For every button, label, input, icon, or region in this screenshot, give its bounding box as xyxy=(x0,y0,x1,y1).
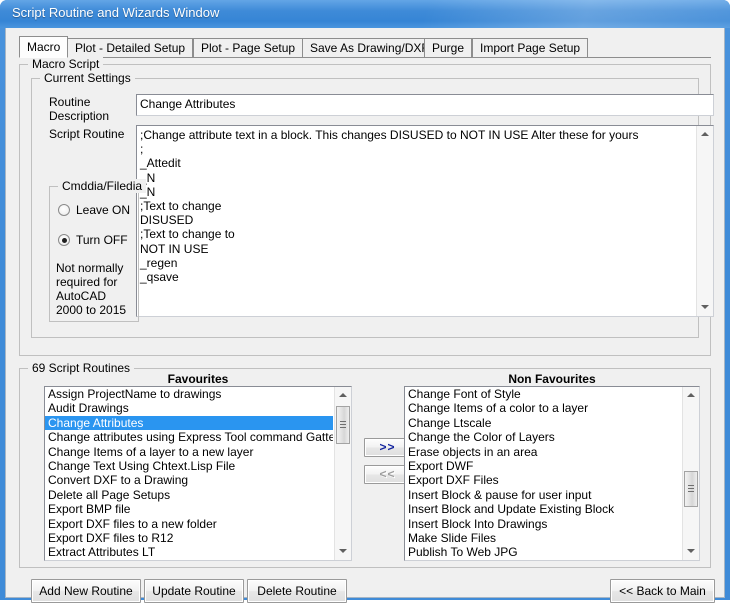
non-favourites-header: Non Favourites xyxy=(508,372,596,386)
list-item[interactable]: Audit Drawings xyxy=(45,401,333,415)
favourites-listbox[interactable]: Assign ProjectName to drawings Audit Dra… xyxy=(44,386,352,561)
list-item[interactable]: Change Font of Style xyxy=(405,387,681,401)
scroll-down-icon[interactable] xyxy=(697,299,713,316)
list-item[interactable]: Change the Color of Layers xyxy=(405,430,681,444)
list-item[interactable]: Change attributes using Express Tool com… xyxy=(45,430,333,444)
update-routine-label: Update Routine xyxy=(152,584,236,598)
list-item[interactable]: Export BMP file xyxy=(45,502,333,516)
tab-macro[interactable]: Macro xyxy=(19,36,69,58)
client-area: Macro Plot - Detailed Setup Plot - Page … xyxy=(5,28,725,603)
scroll-down-icon[interactable] xyxy=(683,543,699,560)
window-title: Script Routine and Wizards Window xyxy=(12,5,220,20)
list-item[interactable]: Publish To Web JPG xyxy=(405,545,681,559)
favourites-header: Favourites xyxy=(167,372,229,386)
update-routine-button[interactable]: Update Routine xyxy=(144,579,244,603)
script-routine-text: ;Change attribute text in a block. This … xyxy=(140,128,639,285)
radio-turn-off-label: Turn OFF xyxy=(76,233,128,247)
favourites-scrollbar[interactable] xyxy=(334,387,351,560)
scroll-up-icon[interactable] xyxy=(683,387,699,404)
cmddia-filedia-legend: Cmddia/Filedia xyxy=(58,179,147,193)
list-item[interactable]: Export DWF xyxy=(405,459,681,473)
routine-description-label-line2: Description xyxy=(49,109,110,123)
title-bar[interactable]: Script Routine and Wizards Window xyxy=(0,0,730,28)
list-item[interactable]: Delete all Page Setups xyxy=(45,488,333,502)
scrollbar-thumb[interactable] xyxy=(336,406,350,444)
delete-routine-button[interactable]: Delete Routine xyxy=(247,579,347,603)
list-item[interactable]: Make Slide Files xyxy=(405,531,681,545)
tab-strip-underline xyxy=(19,57,711,58)
add-new-routine-label: Add New Routine xyxy=(39,584,133,598)
application-window: Script Routine and Wizards Window Macro … xyxy=(0,0,730,603)
script-routine-scrollbar[interactable] xyxy=(696,126,713,316)
scrollbar-thumb[interactable] xyxy=(684,471,698,507)
list-item[interactable]: Insert Block & pause for user input xyxy=(405,488,681,502)
radio-turn-off-indicator xyxy=(58,234,70,246)
list-item[interactable]: Insert Block Into Drawings xyxy=(405,517,681,531)
current-settings-legend: Current Settings xyxy=(40,71,135,85)
radio-leave-on-indicator xyxy=(58,204,70,216)
list-item[interactable]: Assign ProjectName to drawings xyxy=(45,387,333,401)
list-item[interactable]: Change Items of a color to a layer xyxy=(405,401,681,415)
favourites-items: Assign ProjectName to drawings Audit Dra… xyxy=(45,387,333,561)
scrollbar-grip-icon xyxy=(688,485,694,493)
back-to-main-label: << Back to Main xyxy=(619,584,706,598)
routine-description-input[interactable]: Change Attributes xyxy=(136,94,714,116)
tab-plot-page-setup[interactable]: Plot - Page Setup xyxy=(193,38,304,57)
tab-strip: Macro Plot - Detailed Setup Plot - Page … xyxy=(19,36,711,58)
non-favourites-items: Change Font of Style Change Items of a c… xyxy=(405,387,681,561)
non-favourites-listbox[interactable]: Change Font of Style Change Items of a c… xyxy=(404,386,700,561)
scroll-down-icon[interactable] xyxy=(335,543,351,560)
list-item[interactable]: Export DXF files to a new folder xyxy=(45,517,333,531)
non-favourites-scrollbar[interactable] xyxy=(682,387,699,560)
list-item[interactable]: Convert DXF to a Drawing xyxy=(45,473,333,487)
list-item[interactable]: Change Items of a layer to a new layer xyxy=(45,445,333,459)
tab-purge[interactable]: Purge xyxy=(424,38,473,57)
cmddia-filedia-note: Not normally required for AutoCAD 2000 t… xyxy=(56,261,127,317)
list-item[interactable]: Export DXF files to R12 xyxy=(45,531,333,545)
delete-routine-label: Delete Routine xyxy=(257,584,337,598)
list-item[interactable]: Change Ltscale xyxy=(405,416,681,430)
list-item[interactable]: Extract Attributes LT xyxy=(45,545,333,559)
tab-import-page-setup[interactable]: Import Page Setup xyxy=(472,38,589,57)
back-to-main-button[interactable]: << Back to Main xyxy=(610,579,715,603)
list-item[interactable]: Change Attributes xyxy=(45,415,333,431)
tab-save-as-drawing-dxf[interactable]: Save As Drawing/DXF xyxy=(302,38,437,57)
list-item[interactable]: Erase objects in an area xyxy=(405,445,681,459)
list-item[interactable]: Import Layer State xyxy=(45,560,333,561)
routine-description-label-line1: Routine xyxy=(49,95,91,109)
list-item[interactable]: Publish To Web PNG xyxy=(405,560,681,561)
scroll-up-icon[interactable] xyxy=(697,126,713,143)
list-item[interactable]: Change Text Using Chtext.Lisp File xyxy=(45,459,333,473)
scrollbar-grip-icon xyxy=(340,421,346,429)
macro-script-legend: Macro Script xyxy=(28,57,104,71)
radio-leave-on-label: Leave ON xyxy=(76,203,131,217)
tab-plot-detailed-setup[interactable]: Plot - Detailed Setup xyxy=(67,38,194,57)
scroll-up-icon[interactable] xyxy=(335,387,351,404)
list-item[interactable]: Insert Block and Update Existing Block xyxy=(405,502,681,516)
list-item[interactable]: Export DXF Files xyxy=(405,473,681,487)
script-routine-textarea[interactable]: ;Change attribute text in a block. This … xyxy=(136,125,714,317)
script-routine-label: Script Routine xyxy=(49,127,125,141)
add-new-routine-button[interactable]: Add New Routine xyxy=(31,579,141,603)
